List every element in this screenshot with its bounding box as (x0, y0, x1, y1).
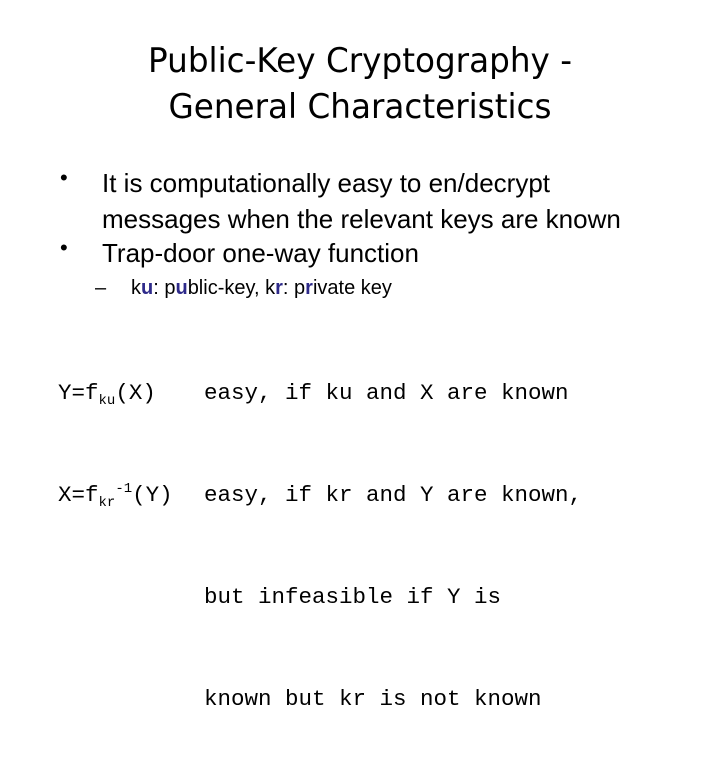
highlight-letter: r (305, 277, 313, 299)
highlight-letter: u (175, 277, 188, 299)
title-line-1: Public-Key Cryptography - (148, 41, 572, 81)
bullet-dot-icon: • (60, 165, 68, 190)
formula-row-1: Y=fku(X) easy, if ku and X are known (58, 376, 569, 410)
formula-lhs: Y=f (58, 380, 99, 406)
text-fragment: : p (153, 277, 176, 299)
formula-row-3: but infeasible if Y is (58, 580, 501, 614)
text-fragment: : p (282, 277, 306, 299)
formula-text: but infeasible if Y is (204, 584, 502, 610)
formula-arg: (X) (115, 380, 156, 406)
bullet-text: Trap-door one-way function (102, 235, 419, 271)
text-fragment: k (131, 277, 141, 299)
sub-bullet: – ku: public-key, kr: private key (95, 275, 392, 301)
formula-subscript: ku (98, 393, 116, 409)
slide-title: Public-Key Cryptography - General Charac… (14, 38, 705, 130)
bullet-text-line: It is computationally easy to en/decrypt (102, 168, 551, 198)
formula-block: Y=fku(X) easy, if ku and X are known X=fk… (58, 308, 582, 784)
formula-arg: (Y) (132, 482, 173, 508)
formula-subscript: kr (98, 495, 116, 511)
text-fragment: blic-key, k (187, 277, 276, 299)
bullet-text: It is computationally easy to en/decrypt… (102, 165, 621, 237)
formula-text: easy, if kr and Y are known, (204, 482, 583, 508)
formula-row-2: X=fkr-1(Y) easy, if kr and Y are known, (58, 478, 582, 512)
title-line-2: General Characteristics (168, 87, 552, 127)
formula-text: known but kr is not known (204, 686, 542, 712)
formula-superscript: -1 (115, 481, 133, 497)
formula-row-4: known but kr is not known (58, 682, 542, 716)
formula-text: easy, if ku and X are known (204, 380, 569, 406)
formula-lhs: X=f (58, 482, 99, 508)
highlight-letter: r (275, 277, 283, 299)
bullet-text-line: messages when the relevant keys are know… (102, 204, 621, 234)
dash-icon: – (95, 277, 107, 299)
text-fragment: ivate key (312, 277, 392, 299)
bullet-dot-icon: • (60, 235, 68, 260)
highlight-letter: u (141, 277, 154, 299)
bullet-text-line: Trap-door one-way function (102, 238, 419, 268)
